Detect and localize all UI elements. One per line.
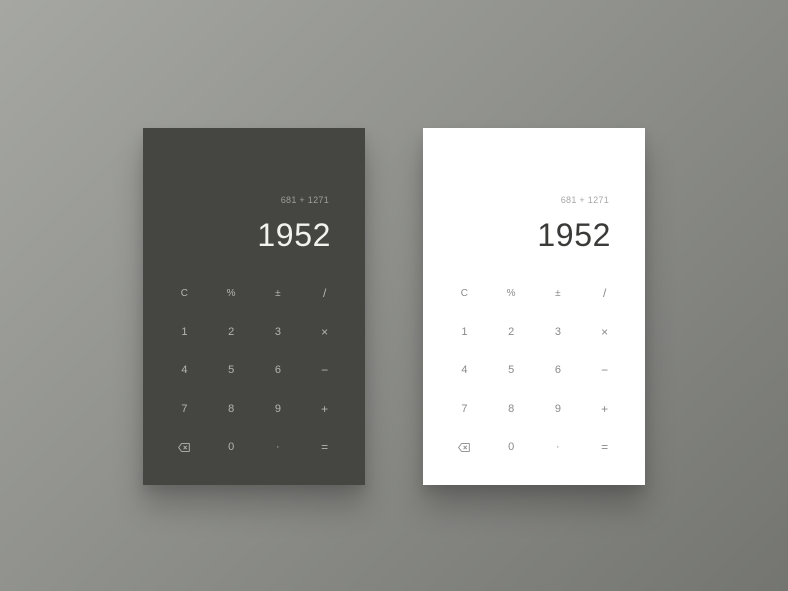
decimal-button[interactable]: ·	[255, 428, 302, 467]
digit-2-button[interactable]: 2	[208, 313, 255, 352]
digit-9-button[interactable]: 9	[535, 390, 582, 429]
digit-7-button[interactable]: 7	[441, 390, 488, 429]
digit-4-button[interactable]: 4	[161, 351, 208, 390]
add-button[interactable]: +	[301, 390, 348, 429]
percent-button[interactable]: %	[208, 274, 255, 313]
plus-minus-button[interactable]: ±	[535, 274, 582, 313]
plus-minus-button[interactable]: ±	[255, 274, 302, 313]
digit-5-button[interactable]: 5	[488, 351, 535, 390]
digit-3-button[interactable]: 3	[535, 313, 582, 352]
divide-button[interactable]: /	[301, 274, 348, 313]
keypad: C % ± / 1 2 3 × 4 5 6 − 7 8 9 + 0 · =	[441, 274, 628, 467]
digit-5-button[interactable]: 5	[208, 351, 255, 390]
result-display: 1952	[257, 217, 331, 253]
equals-button[interactable]: =	[301, 428, 348, 467]
digit-1-button[interactable]: 1	[161, 313, 208, 352]
expression-display: 681 + 1271	[280, 195, 329, 205]
clear-button[interactable]: C	[161, 274, 208, 313]
keypad: C % ± / 1 2 3 × 4 5 6 − 7 8 9 + 0 · =	[161, 274, 348, 467]
expression-display: 681 + 1271	[560, 195, 609, 205]
backspace-button[interactable]	[161, 428, 208, 467]
digit-2-button[interactable]: 2	[488, 313, 535, 352]
subtract-button[interactable]: −	[301, 351, 348, 390]
dark-calculator: 681 + 1271 1952 C % ± / 1 2 3 × 4 5 6 − …	[143, 128, 365, 485]
digit-0-button[interactable]: 0	[208, 428, 255, 467]
decimal-button[interactable]: ·	[535, 428, 582, 467]
light-calculator: 681 + 1271 1952 C % ± / 1 2 3 × 4 5 6 − …	[423, 128, 645, 485]
digit-8-button[interactable]: 8	[488, 390, 535, 429]
digit-0-button[interactable]: 0	[488, 428, 535, 467]
digit-1-button[interactable]: 1	[441, 313, 488, 352]
digit-8-button[interactable]: 8	[208, 390, 255, 429]
backspace-icon	[458, 442, 471, 452]
multiply-button[interactable]: ×	[581, 313, 628, 352]
digit-6-button[interactable]: 6	[535, 351, 582, 390]
digit-9-button[interactable]: 9	[255, 390, 302, 429]
subtract-button[interactable]: −	[581, 351, 628, 390]
percent-button[interactable]: %	[488, 274, 535, 313]
result-display: 1952	[537, 217, 611, 253]
equals-button[interactable]: =	[581, 428, 628, 467]
digit-6-button[interactable]: 6	[255, 351, 302, 390]
digit-3-button[interactable]: 3	[255, 313, 302, 352]
multiply-button[interactable]: ×	[301, 313, 348, 352]
add-button[interactable]: +	[581, 390, 628, 429]
backspace-button[interactable]	[441, 428, 488, 467]
divide-button[interactable]: /	[581, 274, 628, 313]
clear-button[interactable]: C	[441, 274, 488, 313]
backspace-icon	[178, 442, 191, 452]
digit-4-button[interactable]: 4	[441, 351, 488, 390]
digit-7-button[interactable]: 7	[161, 390, 208, 429]
